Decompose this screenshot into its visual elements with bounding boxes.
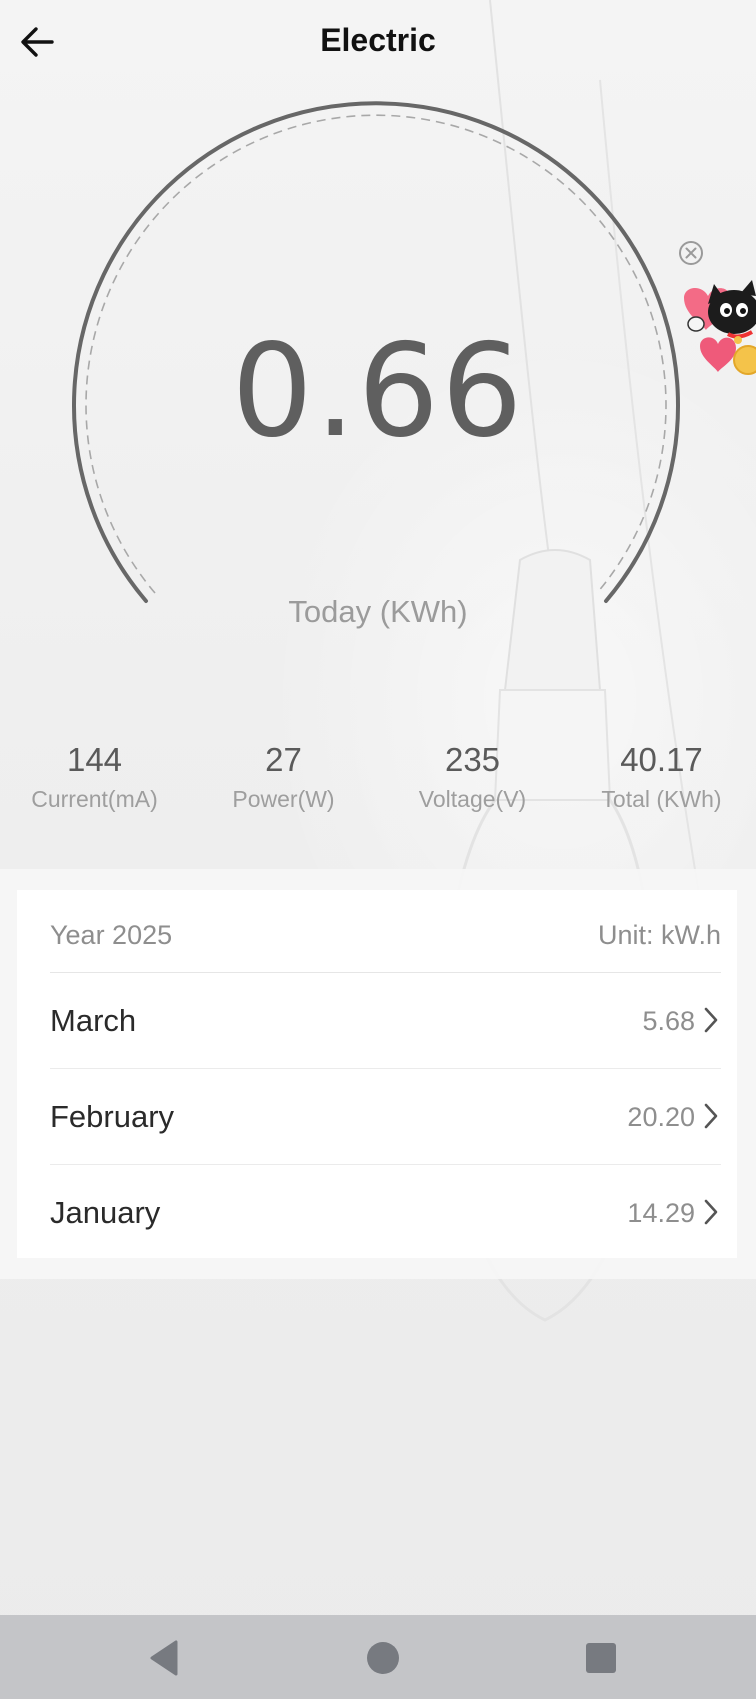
stat-label: Total (KWh) [601,786,722,812]
stat-total: 40.17 Total (KWh) [567,738,756,828]
live-stats-row: 144 Current(mA) 27 Power(W) 235 Voltage(… [0,738,756,828]
month-row-february[interactable]: February 20.20 [50,1069,721,1165]
close-circle-icon[interactable] [676,238,706,268]
stat-value: 27 [265,741,302,778]
month-row-january[interactable]: January 14.29 [50,1165,721,1260]
nav-back-triangle-icon[interactable] [142,1635,188,1681]
history-header: Year 2025 Unit: kW.h [50,890,721,973]
today-usage-value: 0.66 [231,317,525,466]
floating-promo [676,238,756,388]
system-navigation-bar [0,1615,756,1699]
today-usage-label: Today (KWh) [288,594,468,629]
stat-label: Voltage(V) [418,786,527,812]
chevron-right-icon [704,1103,718,1129]
month-name: January [50,1195,161,1230]
lucky-cat-hearts-icon[interactable] [678,268,756,388]
year-label: Year 2025 [50,920,173,950]
stat-value: 144 [66,741,123,778]
nav-home-circle-icon[interactable] [360,1635,406,1681]
month-value: 20.20 [627,1102,695,1132]
month-value: 14.29 [627,1198,695,1228]
month-name: February [50,1099,175,1134]
month-row-march[interactable]: March 5.68 [50,973,721,1069]
chevron-right-icon [704,1199,718,1225]
stat-label: Power(W) [232,786,335,812]
nav-recents-square-icon[interactable] [578,1635,624,1681]
month-value: 5.68 [642,1006,695,1036]
stat-voltage: 235 Voltage(V) [378,738,567,828]
unit-label: Unit: kW.h [597,920,721,950]
monthly-history-card: Year 2025 Unit: kW.h March 5.68 February… [17,890,737,1258]
month-name: March [50,1003,137,1038]
stat-value: 235 [444,741,501,778]
chevron-right-icon [704,1007,718,1033]
stat-value: 40.17 [620,741,703,778]
stat-power: 27 Power(W) [189,738,378,828]
stat-current: 144 Current(mA) [0,738,189,828]
stat-label: Current(mA) [31,786,158,812]
